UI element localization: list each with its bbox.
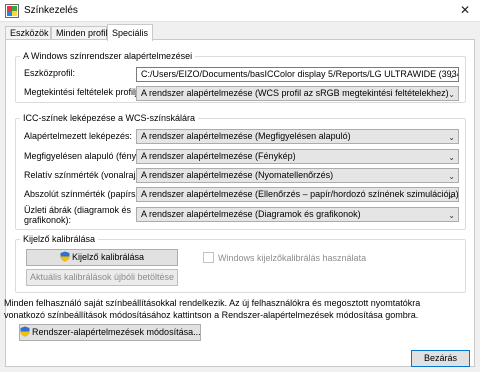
tab-strip: Eszközök Minden profil Speciális: [5, 24, 475, 41]
chevron-down-icon: ⌄: [448, 211, 455, 220]
chevron-down-icon: ⌄: [448, 191, 455, 200]
use-windows-calibration-label: Windows kijelzőkalibrálás használata: [218, 253, 367, 263]
calibrate-display-label: Kijelző kalibrálása: [71, 252, 145, 262]
chevron-down-icon: ⌄: [448, 153, 455, 162]
device-profile-label: Eszközprofil:: [24, 68, 76, 78]
business-graphics-dropdown[interactable]: A rendszer alapértelmezése (Diagramok és…: [136, 207, 459, 222]
chevron-down-icon: ⌄: [448, 172, 455, 181]
info-text: Minden felhasználó saját színbeállítások…: [4, 298, 421, 320]
chevron-down-icon: ⌄: [448, 133, 455, 142]
chevron-down-icon: ⌄: [448, 90, 455, 99]
default-rendering-value: A rendszer alapértelmezése (Megfigyelése…: [141, 131, 351, 141]
use-windows-calibration-checkbox[interactable]: [203, 252, 214, 263]
icc-mapping-legend: ICC-színek leképezése a WCS-színskálára: [20, 113, 199, 123]
tab-advanced[interactable]: Speciális: [107, 24, 153, 41]
default-rendering-dropdown[interactable]: A rendszer alapértelmezése (Megfigyelése…: [136, 129, 459, 144]
title-bar: Színkezelés ✕: [0, 0, 480, 22]
close-icon: ✕: [459, 3, 471, 17]
tab-all-profiles[interactable]: Minden profil: [51, 26, 108, 40]
calibration-legend: Kijelző kalibrálása: [20, 234, 99, 244]
relative-colorimetric-value: A rendszer alapértelmezése (Nyomatellenő…: [141, 170, 334, 180]
absolute-colorimetric-dropdown[interactable]: A rendszer alapértelmezése (Ellenőrzés –…: [136, 187, 459, 202]
relative-colorimetric-label: Relatív színmérték (vonalrajz):: [24, 170, 146, 180]
close-window-button[interactable]: ✕: [450, 0, 480, 22]
chevron-down-icon: ⌄: [448, 71, 455, 80]
change-system-defaults-button[interactable]: Rendszer-alapértelmezések módosítása...: [19, 324, 201, 341]
shield-icon: [20, 326, 30, 337]
perceptual-dropdown[interactable]: A rendszer alapértelmezése (Fénykép) ⌄: [136, 149, 459, 164]
device-profile-value: C:/Users/EIZO/Documents/basICColor displ…: [141, 69, 459, 79]
close-button[interactable]: Bezárás: [411, 350, 470, 367]
windows-defaults-legend: A Windows színrendszer alapértelmezései: [20, 51, 196, 61]
calibrate-display-button[interactable]: Kijelző kalibrálása: [26, 249, 178, 266]
tab-devices[interactable]: Eszközök: [5, 26, 51, 40]
change-system-defaults-label: Rendszer-alapértelmezések módosítása...: [32, 327, 201, 337]
color-management-icon: [5, 4, 19, 18]
business-graphics-label: Üzleti ábrák (diagramok és grafikonok):: [24, 205, 132, 225]
device-profile-dropdown[interactable]: C:/Users/EIZO/Documents/basICColor displ…: [136, 67, 459, 82]
viewing-conditions-dropdown[interactable]: A rendszer alapértelmezése (WCS profil a…: [136, 86, 459, 101]
advanced-tab-panel: A Windows színrendszer alapértelmezései …: [4, 39, 475, 367]
viewing-conditions-value: A rendszer alapértelmezése (WCS profil a…: [141, 88, 449, 98]
business-graphics-value: A rendszer alapértelmezése (Diagramok és…: [141, 209, 361, 219]
perceptual-value: A rendszer alapértelmezése (Fénykép): [141, 151, 296, 161]
relative-colorimetric-dropdown[interactable]: A rendszer alapértelmezése (Nyomatellenő…: [136, 168, 459, 183]
viewing-conditions-label: Megtekintési feltételek profilja:: [24, 87, 145, 97]
reload-calibrations-button[interactable]: Aktuális kalibrálások újbóli betöltése: [26, 269, 178, 286]
shield-icon: [60, 251, 70, 262]
absolute-colorimetric-value: A rendszer alapértelmezése (Ellenőrzés –…: [141, 189, 459, 199]
window-title: Színkezelés: [24, 5, 78, 16]
default-rendering-label: Alapértelmezett leképezés:: [24, 131, 133, 141]
